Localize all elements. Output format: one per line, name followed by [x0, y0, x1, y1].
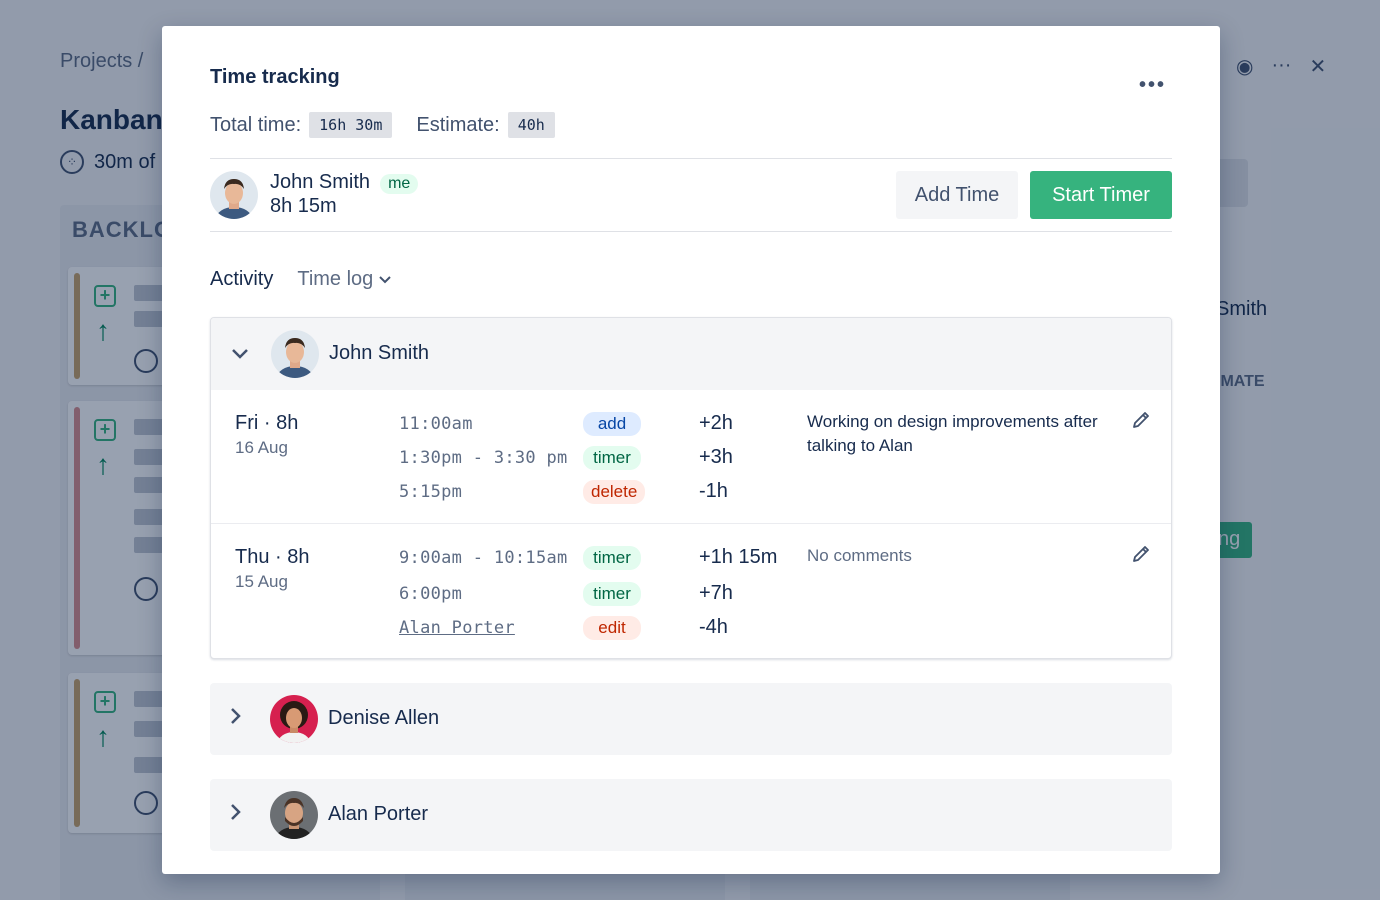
chevron-down-icon[interactable] [231, 340, 249, 366]
user-group-alan-porter[interactable]: Alan Porter [210, 779, 1172, 851]
avatar [270, 695, 318, 743]
start-timer-button[interactable]: Start Timer [1030, 171, 1172, 219]
time-entry: 6:00pm timer +7h [211, 582, 1171, 610]
entry-type-badge: timer [583, 446, 641, 470]
time-entry: 5:15pm delete -1h [211, 480, 1171, 508]
entry-delta: +2h [699, 412, 733, 434]
entry-delta: -4h [699, 616, 728, 638]
entry-type-badge: add [583, 412, 641, 436]
current-user-time: 8h 15m [270, 195, 337, 217]
entry-time: 5:15pm [399, 482, 463, 502]
avatar [270, 791, 318, 839]
total-time-value: 16h 30m [309, 112, 393, 138]
chevron-right-icon[interactable] [230, 705, 242, 731]
user-group-header[interactable]: John Smith [211, 318, 1171, 390]
time-tracking-modal: Time tracking ••• Total time: 16h 30m Es… [162, 26, 1220, 874]
user-group-denise-allen[interactable]: Denise Allen [210, 683, 1172, 755]
entry-type-badge: delete [583, 480, 646, 504]
entry-delta: +7h [699, 582, 733, 604]
entry-editor-link[interactable]: Alan Porter [399, 618, 515, 638]
day-comment: No comments [807, 546, 912, 565]
user-group-name: Alan Porter [328, 803, 429, 825]
pencil-icon[interactable] [1131, 544, 1155, 568]
user-group-john-smith: John Smith Fri · 8h 16 Aug 11:00am add +… [210, 317, 1172, 659]
chevron-right-icon[interactable] [230, 801, 242, 827]
modal-title: Time tracking [210, 66, 340, 88]
entry-time: 11:00am [399, 414, 473, 434]
me-badge: me [380, 174, 419, 194]
entry-type-badge: edit [583, 616, 641, 640]
user-group-name: Denise Allen [328, 707, 440, 729]
entry-type-badge: timer [583, 582, 641, 606]
tab-time-log[interactable]: Time log [297, 268, 392, 291]
entry-delta: +3h [699, 446, 733, 468]
entry-time: 9:00am - 10:15am [399, 548, 568, 568]
tabs: Activity Time log [210, 268, 392, 291]
avatar [210, 171, 258, 219]
day-comment: Working on design improvements after tal… [807, 412, 1098, 455]
entry-time: 1:30pm - 3:30 pm [399, 448, 568, 468]
user-group-name: John Smith [329, 342, 430, 364]
estimate-label: Estimate: [416, 113, 500, 136]
tab-activity[interactable]: Activity [210, 268, 273, 291]
more-options-icon[interactable]: ••• [1139, 74, 1166, 97]
add-time-button[interactable]: Add Time [896, 171, 1018, 219]
day-row: Fri · 8h 16 Aug 11:00am add +2h 1:30pm -… [211, 390, 1171, 524]
day-row: Thu · 8h 15 Aug 9:00am - 10:15am timer +… [211, 524, 1171, 658]
totals-row: Total time: 16h 30m Estimate: 40h [210, 112, 555, 138]
entry-type-badge: timer [583, 546, 641, 570]
current-user-row: John Smith me 8h 15m Add Time Start Timer [210, 158, 1172, 232]
current-user-name-line: John Smith me [270, 171, 419, 194]
entry-delta: -1h [699, 480, 728, 502]
estimate-value: 40h [507, 112, 555, 138]
entry-time: 6:00pm [399, 584, 463, 604]
tab-time-log-label: Time log [297, 268, 374, 290]
pencil-icon[interactable] [1131, 410, 1155, 434]
chevron-down-icon [379, 272, 392, 287]
time-entry: Alan Porter edit -4h [211, 616, 1171, 644]
current-user-name: John Smith [270, 171, 371, 193]
avatar [271, 330, 319, 378]
entry-delta: +1h 15m [699, 546, 778, 568]
total-time-label: Total time: [210, 113, 302, 136]
